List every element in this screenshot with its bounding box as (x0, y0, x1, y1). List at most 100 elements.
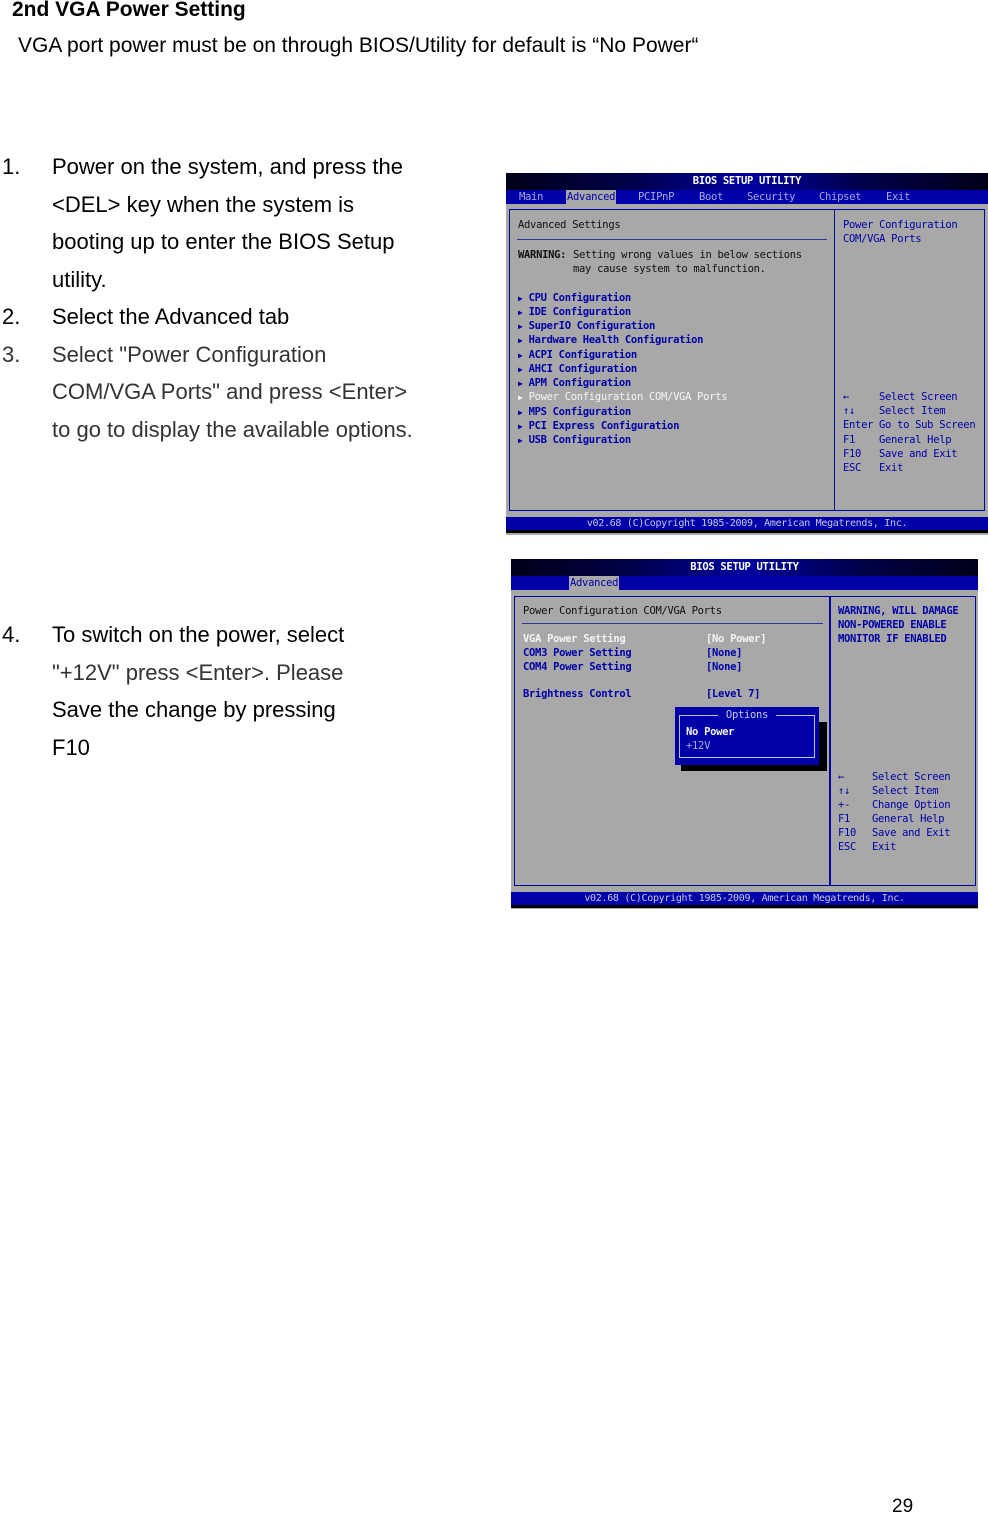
key-action: Exit (879, 462, 904, 474)
key-action: Select Item (872, 785, 939, 797)
menu-item-superio[interactable]: ▶ SuperIO Configuration (518, 319, 655, 334)
steps-list-part2: 4. To switch on the power, select "+12V"… (2, 616, 402, 766)
tab-advanced[interactable]: Advanced (566, 190, 617, 204)
setting-brightness-label[interactable]: Brightness Control (523, 687, 632, 701)
warning-line: may cause system to malfunction. (573, 263, 766, 275)
bios-screenshot-power-config: BIOS SETUP UTILITY Advanced Power Config… (511, 559, 978, 909)
key-hint: ← Select Screen (843, 390, 958, 404)
steps-list-part1: 1. Power on the system, and press the <D… (2, 148, 472, 448)
key-hint: F1 General Help (843, 433, 952, 447)
step-line: Select the Advanced tab (52, 304, 290, 329)
menu-item-cpu[interactable]: ▶ CPU Configuration (518, 291, 631, 306)
step-line: to go to display the available options. (52, 416, 413, 442)
key-action: Exit (872, 841, 897, 853)
footer-shadow (506, 530, 988, 533)
step-line: "+12V" press <Enter>. Please (52, 659, 344, 685)
key-arrows-updown-icon: ↑↓ (843, 405, 856, 417)
setting-com3-power-value[interactable]: [None] (706, 646, 742, 660)
warning-label: WARNING: (518, 249, 567, 261)
menu-item-label: Hardware Health Configuration (528, 334, 704, 346)
menu-item-pci-express[interactable]: ▶ PCI Express Configuration (518, 419, 679, 434)
menu-item-hardware-health[interactable]: ▶ Hardware Health Configuration (518, 333, 703, 348)
option-no-power[interactable]: No Power (686, 725, 734, 739)
menu-item-ahci[interactable]: ▶ AHCI Configuration (518, 362, 637, 377)
menu-item-acpi[interactable]: ▶ ACPI Configuration (518, 348, 637, 363)
key-name: F10 (843, 448, 862, 460)
key-action: Select Item (879, 405, 946, 417)
key-hint: F1 General Help (838, 812, 945, 826)
help-text: NON-POWERED ENABLE (838, 619, 947, 631)
menu-item-power-config-selected[interactable]: ▶ Power Configuration COM/VGA Ports (518, 390, 728, 405)
submenu-arrow-icon: ▶ (518, 422, 523, 431)
key-hint: ↑↓ Select Item (838, 784, 939, 798)
key-action: Select Screen (879, 391, 958, 403)
option-plus-12v[interactable]: +12V (686, 739, 710, 753)
panel-heading: Power Configuration COM/VGA Ports (523, 605, 722, 617)
submenu-arrow-icon: ▶ (518, 322, 523, 331)
step-1: 1. Power on the system, and press the <D… (2, 148, 472, 298)
panel-heading: Advanced Settings (518, 219, 621, 231)
key-hint: +- Change Option (838, 798, 951, 812)
step-4: 4. To switch on the power, select "+12V"… (2, 616, 402, 766)
key-hint: ↑↓ Select Item (843, 404, 946, 418)
menu-item-apm[interactable]: ▶ APM Configuration (518, 376, 631, 391)
submenu-arrow-icon: ▶ (518, 408, 523, 417)
divider (522, 623, 823, 624)
bios-footer: v02.68 (C)Copyright 1985-2009, American … (506, 517, 988, 530)
setting-brightness-value[interactable]: [Level 7] (706, 687, 761, 701)
section-title: 2nd VGA Power Setting (12, 0, 246, 21)
help-text: WARNING, WILL DAMAGE (838, 605, 959, 617)
step-number: 3. (2, 341, 21, 367)
step-line: <DEL> key when the system is (52, 191, 355, 217)
step-line: Select "Power Configuration (52, 341, 327, 367)
step-3: 3. Select "Power Configuration COM/VGA P… (2, 336, 472, 449)
submenu-arrow-icon: ▶ (518, 379, 523, 388)
setting-com3-power-label[interactable]: COM3 Power Setting (523, 646, 632, 660)
key-hint: Enter Go to Sub Screen (843, 418, 976, 432)
submenu-arrow-icon: ▶ (518, 436, 523, 445)
key-arrows-updown-icon: ↑↓ (838, 785, 851, 797)
tab-security[interactable]: Security (746, 190, 796, 204)
page-number: 29 (892, 1496, 914, 1517)
key-name: ESC (838, 841, 857, 853)
tab-advanced[interactable]: Advanced (569, 576, 620, 590)
key-action: General Help (872, 813, 945, 825)
submenu-arrow-icon: ▶ (518, 365, 523, 374)
menu-item-mps[interactable]: ▶ MPS Configuration (518, 405, 631, 420)
bios-help-panel: Power Configuration COM/VGA Ports ← Selec… (834, 209, 985, 511)
submenu-arrow-icon: ▶ (518, 351, 523, 360)
menu-item-usb[interactable]: ▶ USB Configuration (518, 433, 631, 448)
key-hint: ESC Exit (838, 840, 896, 854)
options-popup: Options No Power +12V (675, 707, 819, 765)
submenu-arrow-icon: ▶ (518, 294, 523, 303)
key-arrow-left-icon: ← (838, 771, 845, 783)
section-description: VGA port power must be on through BIOS/U… (18, 34, 699, 57)
menu-item-ide[interactable]: ▶ IDE Configuration (518, 305, 631, 320)
step-line: Save the change by pressing (52, 697, 336, 722)
help-text: COM/VGA Ports (843, 233, 922, 245)
key-action: Save and Exit (879, 448, 958, 460)
key-arrow-left-icon: ← (843, 391, 850, 403)
menu-item-label: IDE Configuration (528, 306, 632, 318)
menu-item-label: SuperIO Configuration (528, 320, 656, 332)
tab-exit[interactable]: Exit (885, 190, 911, 204)
menu-item-label: ACPI Configuration (528, 349, 638, 361)
footer-shadow (511, 905, 978, 908)
setting-com4-power-value[interactable]: [None] (706, 660, 742, 674)
tab-boot[interactable]: Boot (698, 190, 724, 204)
key-name: ESC (843, 462, 862, 474)
setting-com4-power-label[interactable]: COM4 Power Setting (523, 660, 632, 674)
setting-vga-power-label[interactable]: VGA Power Setting (523, 632, 626, 646)
step-number: 1. (2, 154, 21, 179)
setting-vga-power-value[interactable]: [No Power] (706, 632, 767, 646)
tab-pcipnp[interactable]: PCIPnP (637, 190, 675, 204)
step-number: 4. (2, 622, 21, 647)
bios-help-panel: WARNING, WILL DAMAGE NON-POWERED ENABLE … (829, 596, 976, 886)
key-hint: ← Select Screen (838, 770, 951, 784)
key-action: General Help (879, 434, 952, 446)
tab-chipset[interactable]: Chipset (818, 190, 862, 204)
submenu-arrow-icon: ▶ (518, 336, 523, 345)
step-number: 2. (2, 304, 21, 329)
bios-footer: v02.68 (C)Copyright 1985-2009, American … (511, 892, 978, 905)
tab-main[interactable]: Main (518, 190, 544, 204)
